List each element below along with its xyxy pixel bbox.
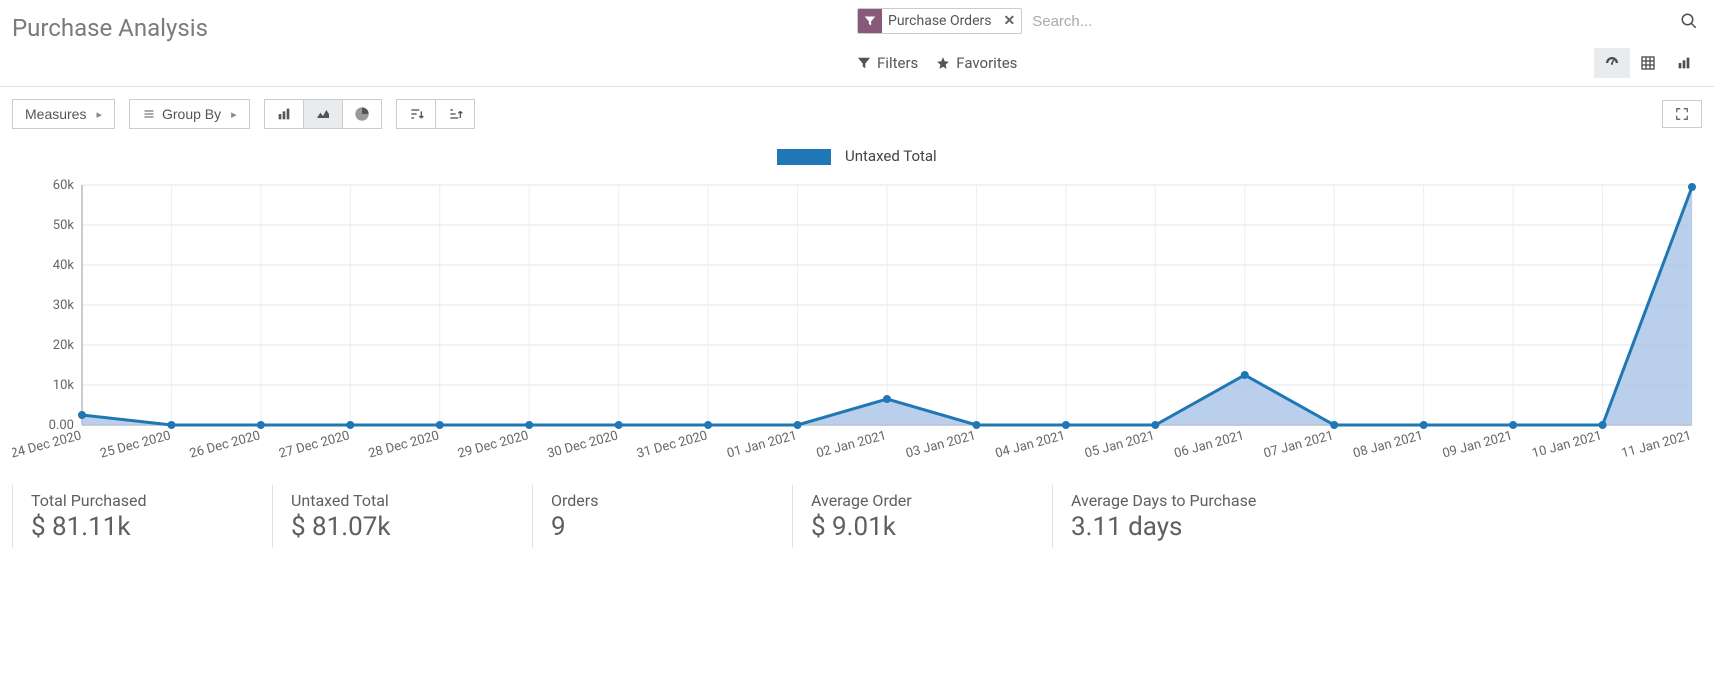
svg-text:10k: 10k xyxy=(53,378,75,393)
bar-chart-icon xyxy=(276,106,292,122)
bar-chart-icon xyxy=(1676,55,1692,71)
chart-type-bar[interactable] xyxy=(264,99,304,129)
pivot-icon xyxy=(1640,55,1656,71)
chart-area[interactable]: 0.0010k20k30k40k50k60k24 Dec 202025 Dec … xyxy=(12,175,1702,475)
sort-group xyxy=(396,99,475,129)
svg-text:60k: 60k xyxy=(53,178,75,193)
filter-tag-label: Purchase Orders xyxy=(882,13,997,29)
sort-desc-icon xyxy=(408,106,424,122)
svg-text:27 Dec 2020: 27 Dec 2020 xyxy=(277,428,351,461)
kpi-row: Total Purchased $ 81.11k Untaxed Total $ 81… xyxy=(0,485,1714,568)
chart-type-line[interactable] xyxy=(303,99,343,129)
favorites-button[interactable]: Favorites xyxy=(936,54,1017,72)
kpi-value: $ 81.07k xyxy=(291,512,514,542)
kpi-card: Total Purchased $ 81.11k xyxy=(12,485,272,548)
chart-type-pie[interactable] xyxy=(342,99,382,129)
svg-text:26 Dec 2020: 26 Dec 2020 xyxy=(188,428,262,461)
svg-text:06 Jan 2021: 06 Jan 2021 xyxy=(1173,428,1246,461)
svg-text:25 Dec 2020: 25 Dec 2020 xyxy=(99,428,173,461)
kpi-label: Orders xyxy=(551,491,774,510)
svg-text:03 Jan 2021: 03 Jan 2021 xyxy=(904,428,977,461)
fullscreen-button[interactable] xyxy=(1662,100,1702,128)
measures-label: Measures xyxy=(25,106,86,122)
filters-button[interactable]: Filters xyxy=(857,54,918,72)
legend-swatch xyxy=(777,149,831,165)
kpi-value: 3.11 days xyxy=(1071,512,1294,542)
filter-tag: Purchase Orders ✕ xyxy=(857,8,1022,34)
kpi-card: Average Order $ 9.01k xyxy=(792,485,1052,548)
search-bar: Purchase Orders ✕ xyxy=(857,8,1702,34)
chart-type-group xyxy=(264,99,382,129)
svg-text:29 Dec 2020: 29 Dec 2020 xyxy=(456,428,530,461)
search-input[interactable] xyxy=(1026,9,1672,34)
svg-text:10 Jan 2021: 10 Jan 2021 xyxy=(1530,428,1603,461)
kpi-label: Average Order xyxy=(811,491,1034,510)
sort-asc-icon xyxy=(447,106,463,122)
chart-legend: Untaxed Total xyxy=(12,141,1702,175)
filter-tag-remove[interactable]: ✕ xyxy=(997,13,1021,29)
svg-text:40k: 40k xyxy=(53,258,75,273)
kpi-label: Total Purchased xyxy=(31,491,254,510)
svg-text:31 Dec 2020: 31 Dec 2020 xyxy=(635,428,709,461)
svg-text:01 Jan 2021: 01 Jan 2021 xyxy=(725,428,798,461)
kpi-card: Untaxed Total $ 81.07k xyxy=(272,485,532,548)
funnel-icon xyxy=(857,56,871,70)
expand-icon xyxy=(1675,107,1689,121)
svg-text:09 Jan 2021: 09 Jan 2021 xyxy=(1441,428,1514,461)
kpi-value: $ 81.11k xyxy=(31,512,254,542)
svg-text:05 Jan 2021: 05 Jan 2021 xyxy=(1083,428,1156,461)
svg-text:28 Dec 2020: 28 Dec 2020 xyxy=(367,428,441,461)
groupby-label: Group By xyxy=(162,106,221,122)
dashboard-icon xyxy=(1603,54,1621,72)
svg-text:24 Dec 2020: 24 Dec 2020 xyxy=(12,428,83,461)
kpi-card: Orders 9 xyxy=(532,485,792,548)
sort-desc-button[interactable] xyxy=(396,99,436,129)
svg-text:08 Jan 2021: 08 Jan 2021 xyxy=(1352,428,1425,461)
svg-text:07 Jan 2021: 07 Jan 2021 xyxy=(1262,428,1335,461)
kpi-label: Untaxed Total xyxy=(291,491,514,510)
star-icon xyxy=(936,56,950,70)
view-pivot-button[interactable] xyxy=(1630,48,1666,78)
page-title: Purchase Analysis xyxy=(12,8,857,42)
kpi-value: $ 9.01k xyxy=(811,512,1034,542)
filters-label: Filters xyxy=(877,54,918,72)
groupby-button[interactable]: Group By xyxy=(129,99,250,129)
svg-text:04 Jan 2021: 04 Jan 2021 xyxy=(994,428,1067,461)
pie-chart-icon xyxy=(354,106,370,122)
legend-series-label: Untaxed Total xyxy=(845,147,937,165)
measures-button[interactable]: Measures xyxy=(12,99,115,129)
svg-text:30k: 30k xyxy=(53,298,75,313)
kpi-card: Average Days to Purchase 3.11 days xyxy=(1052,485,1312,548)
favorites-label: Favorites xyxy=(956,54,1017,72)
view-graph-button[interactable] xyxy=(1666,48,1702,78)
svg-text:02 Jan 2021: 02 Jan 2021 xyxy=(815,428,888,461)
svg-text:20k: 20k xyxy=(53,338,75,353)
search-icon[interactable] xyxy=(1676,12,1702,30)
svg-text:11 Jan 2021: 11 Jan 2021 xyxy=(1620,428,1693,461)
svg-text:50k: 50k xyxy=(53,218,75,233)
kpi-label: Average Days to Purchase xyxy=(1071,491,1294,510)
sort-asc-button[interactable] xyxy=(435,99,475,129)
view-dashboard-button[interactable] xyxy=(1594,48,1630,78)
kpi-value: 9 xyxy=(551,512,774,542)
svg-text:30 Dec 2020: 30 Dec 2020 xyxy=(546,428,620,461)
area-chart-icon xyxy=(315,106,331,122)
funnel-icon xyxy=(858,9,882,33)
list-icon xyxy=(142,108,156,120)
